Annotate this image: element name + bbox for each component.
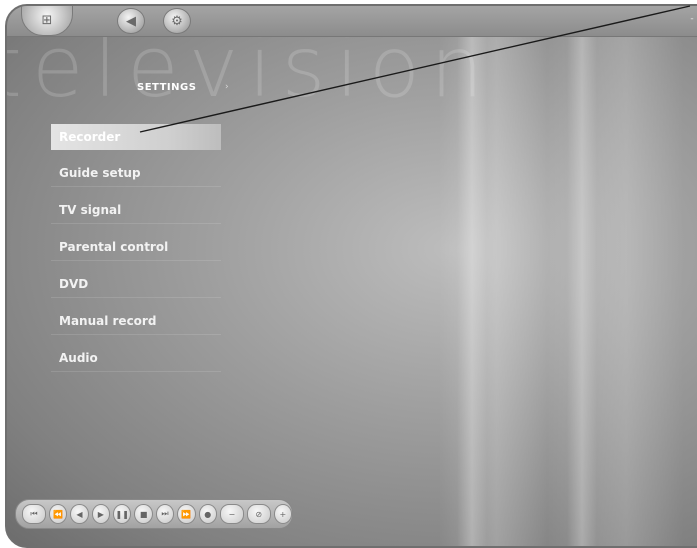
callout-line (139, 5, 691, 133)
callout-pointer (139, 5, 691, 133)
